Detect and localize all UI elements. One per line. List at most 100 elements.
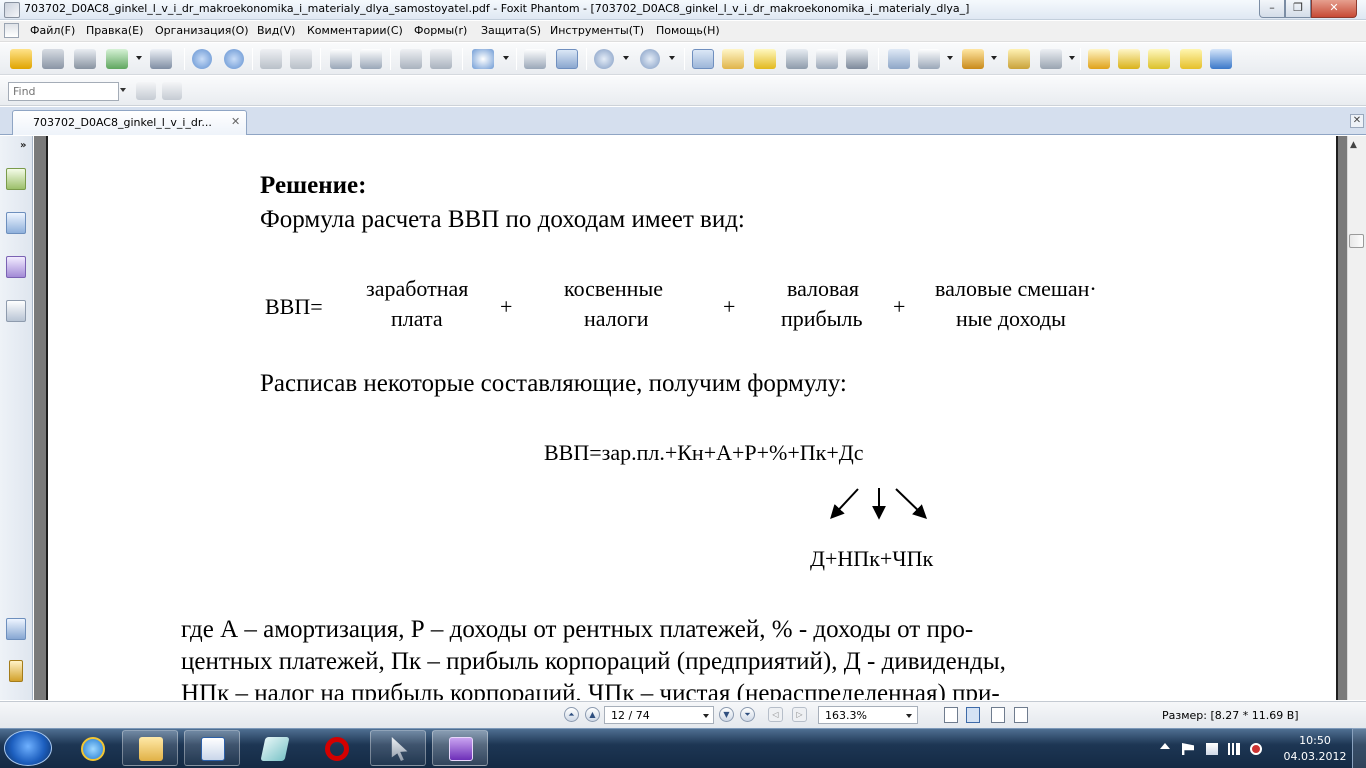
next-page-icon[interactable] (224, 49, 244, 69)
network-signal-icon[interactable] (1228, 743, 1240, 755)
stamp-icon[interactable] (962, 49, 984, 69)
edit-form-icon[interactable] (918, 49, 940, 69)
zoom-level-dropdown-icon[interactable] (906, 714, 912, 718)
undo-icon[interactable] (400, 49, 422, 69)
tab-close-icon[interactable]: ✕ (231, 115, 240, 128)
prev-page-icon[interactable]: ▲ (585, 707, 600, 722)
find-binoculars-icon[interactable] (786, 49, 808, 69)
scan-icon[interactable] (150, 49, 172, 69)
menu-edit[interactable]: Правка(E) (86, 24, 143, 37)
lock-icon[interactable] (1040, 49, 1062, 69)
zoom-dropdown-icon[interactable] (503, 56, 509, 60)
layers-icon[interactable] (6, 300, 26, 322)
menu-organize[interactable]: Организация(O) (155, 24, 249, 37)
taskbar-opera[interactable] (308, 730, 364, 766)
close-button[interactable]: ✕ (1311, 0, 1357, 18)
menu-forms[interactable]: Формы(r) (414, 24, 467, 37)
taskbar-cursor-app[interactable] (370, 730, 426, 766)
note-icon[interactable] (1088, 49, 1110, 69)
comments-icon[interactable] (6, 618, 26, 640)
expand-panel-icon[interactable]: » (20, 140, 26, 151)
menu-protect[interactable]: Защита(S) (481, 24, 541, 37)
taskbar-explorer[interactable] (122, 730, 178, 766)
email-icon[interactable] (106, 49, 128, 69)
single-page-view-icon[interactable] (944, 707, 958, 723)
print-icon[interactable] (74, 49, 96, 69)
sign-icon[interactable] (1008, 49, 1030, 69)
vertical-scrollbar[interactable] (1347, 136, 1366, 700)
page-dropdown-icon[interactable] (703, 714, 709, 718)
email-dropdown-icon[interactable] (136, 56, 142, 60)
facing-view-icon[interactable] (991, 707, 1005, 723)
insert-pages-icon[interactable] (360, 49, 382, 69)
next-page-status-icon[interactable]: ▼ (719, 707, 734, 722)
page-number-field[interactable]: 12 / 74 (604, 706, 714, 724)
forward-icon[interactable] (290, 49, 312, 69)
taskbar-app[interactable] (246, 730, 302, 766)
document-icon[interactable] (4, 23, 19, 38)
previous-page-icon[interactable] (192, 49, 212, 69)
volume-muted-icon[interactable] (1250, 743, 1262, 755)
find-next-icon[interactable] (162, 82, 182, 100)
last-page-icon[interactable]: ⏷ (740, 707, 755, 722)
show-hidden-icons-icon[interactable] (1160, 743, 1170, 749)
menu-view[interactable]: Вид(V) (257, 24, 295, 37)
find-previous-icon[interactable] (136, 82, 156, 100)
taskbar-word[interactable] (184, 730, 240, 766)
open-icon[interactable] (10, 49, 32, 69)
extract-pages-icon[interactable] (330, 49, 352, 69)
back-icon[interactable] (260, 49, 282, 69)
close-all-tabs-icon[interactable]: ✕ (1350, 114, 1364, 128)
find-dropdown-icon[interactable] (120, 88, 126, 92)
taskbar-foxit[interactable] (432, 730, 488, 766)
attachments-icon[interactable] (9, 660, 23, 682)
first-page-icon[interactable]: ⏶ (564, 707, 579, 722)
power-icon[interactable] (1206, 743, 1218, 755)
status-forward-icon[interactable]: ▷ (792, 707, 807, 722)
menu-tools[interactable]: Инструменты(T) (550, 24, 644, 37)
annotations-icon[interactable] (6, 256, 26, 278)
callout-icon[interactable] (1180, 49, 1202, 69)
bookmarks-icon[interactable] (6, 168, 26, 190)
save-icon[interactable] (42, 49, 64, 69)
form-field-icon[interactable] (888, 49, 910, 69)
zoom-level-field[interactable]: 163.3% (818, 706, 918, 724)
tab-document[interactable]: 703702_D0AC8_ginkel_l_v_i_dr... ✕ (12, 110, 247, 135)
foxit-app-icon[interactable] (4, 2, 20, 18)
show-desktop-button[interactable] (1352, 728, 1366, 768)
hand-tool-icon[interactable] (692, 49, 714, 69)
security-dropdown-icon[interactable] (1069, 56, 1075, 60)
zoom-in-icon[interactable] (472, 49, 494, 69)
fit-page-icon[interactable] (524, 49, 546, 69)
clock-date[interactable]: 04.03.2012 (1282, 750, 1348, 763)
arrow-icon[interactable] (1210, 49, 1232, 69)
menu-help[interactable]: Помощь(H) (656, 24, 720, 37)
select-text-icon[interactable] (722, 49, 744, 69)
zoom-in-plus-icon[interactable] (640, 49, 660, 69)
stamp-dropdown-icon[interactable] (991, 56, 997, 60)
zoom-plus-dropdown-icon[interactable] (669, 56, 675, 60)
continuous-facing-view-icon[interactable] (1014, 707, 1028, 723)
form-dropdown-icon[interactable] (947, 56, 953, 60)
taskbar-ie[interactable] (64, 730, 120, 766)
pages-icon[interactable] (6, 212, 26, 234)
maximize-button[interactable]: ❐ (1285, 0, 1311, 18)
textbox-icon[interactable] (1148, 49, 1170, 69)
menu-file[interactable]: Файл(F) (30, 24, 75, 37)
minimize-button[interactable]: – (1259, 0, 1285, 18)
scrollbar-thumb[interactable] (1349, 234, 1364, 248)
select-annotation-icon[interactable] (754, 49, 776, 69)
status-back-icon[interactable]: ◁ (768, 707, 783, 722)
redo-icon[interactable] (430, 49, 452, 69)
find-input[interactable] (8, 82, 119, 101)
fit-width-icon[interactable] (556, 49, 578, 69)
scroll-up-icon[interactable]: ▲ (1350, 140, 1357, 150)
menu-comments[interactable]: Комментарии(C) (307, 24, 403, 37)
clock-time[interactable]: 10:50 (1295, 734, 1335, 747)
pencil-icon[interactable] (1118, 49, 1140, 69)
zoom-out-dropdown-icon[interactable] (623, 56, 629, 60)
snapshot-icon[interactable] (846, 49, 868, 69)
continuous-view-icon[interactable] (966, 707, 980, 723)
zoom-out-icon[interactable] (594, 49, 614, 69)
start-button[interactable] (4, 730, 52, 766)
